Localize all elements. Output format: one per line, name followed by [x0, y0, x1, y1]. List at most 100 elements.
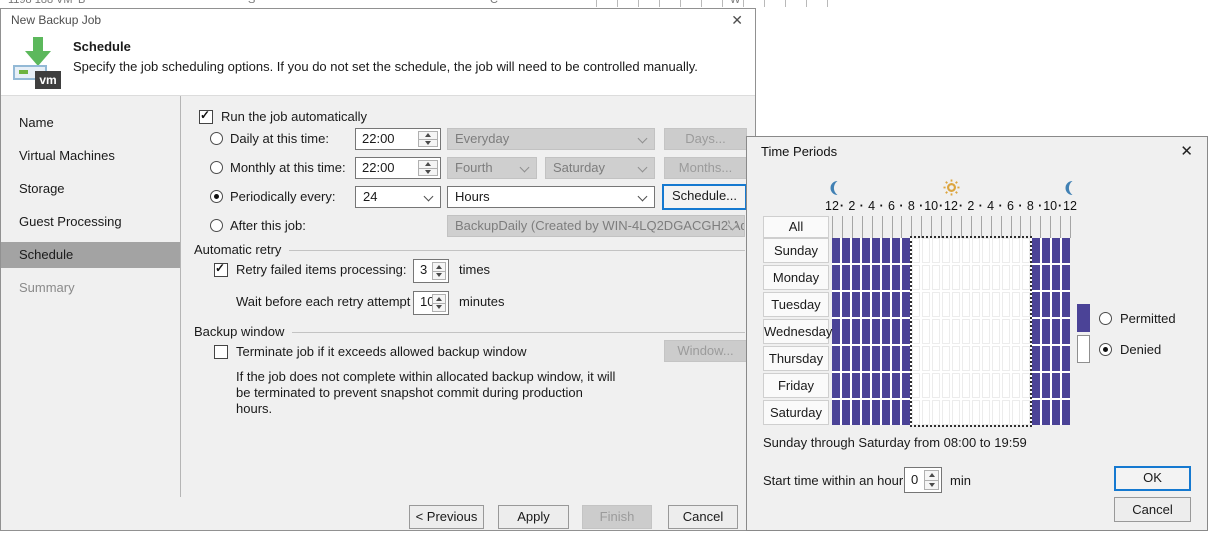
- grid-cell-friday-3[interactable]: [862, 373, 870, 398]
- grid-cell-monday-4[interactable]: [872, 265, 880, 290]
- day-button-saturday[interactable]: Saturday: [763, 400, 829, 425]
- grid-cell-tuesday-6[interactable]: [892, 292, 900, 317]
- grid-cell-wednesday-7[interactable]: [902, 319, 910, 344]
- grid-cell-tuesday-4[interactable]: [872, 292, 880, 317]
- grid-cell-friday-23[interactable]: [1062, 373, 1070, 398]
- sidebar-item-storage[interactable]: Storage: [1, 176, 180, 202]
- grid-cell-saturday-2[interactable]: [852, 400, 860, 425]
- grid-cell-monday-6[interactable]: [892, 265, 900, 290]
- grid-cell-wednesday-3[interactable]: [862, 319, 870, 344]
- grid-cell-sunday-23[interactable]: [1062, 238, 1070, 263]
- grid-cell-wednesday-4[interactable]: [872, 319, 880, 344]
- grid-cell-monday-21[interactable]: [1042, 265, 1050, 290]
- retry-checkbox[interactable]: ✓: [214, 263, 228, 277]
- start-time-spinner[interactable]: [924, 470, 939, 490]
- grid-cell-saturday-23[interactable]: [1062, 400, 1070, 425]
- close-icon[interactable]: ✕: [731, 12, 743, 29]
- grid-cell-saturday-5[interactable]: [882, 400, 890, 425]
- grid-cell-tuesday-23[interactable]: [1062, 292, 1070, 317]
- grid-cell-sunday-21[interactable]: [1042, 238, 1050, 263]
- terminate-checkbox[interactable]: [214, 345, 228, 359]
- grid-cell-tuesday-2[interactable]: [852, 292, 860, 317]
- schedule-grid[interactable]: [832, 238, 1070, 425]
- monthly-radio[interactable]: [210, 161, 223, 174]
- grid-cell-monday-0[interactable]: [832, 265, 840, 290]
- grid-cell-tuesday-20[interactable]: [1032, 292, 1040, 317]
- grid-cell-monday-3[interactable]: [862, 265, 870, 290]
- after-job-radio[interactable]: [210, 219, 223, 232]
- time-periods-titlebar[interactable]: Time Periods ✕: [747, 137, 1207, 165]
- grid-cell-saturday-4[interactable]: [872, 400, 880, 425]
- grid-cell-saturday-3[interactable]: [862, 400, 870, 425]
- wait-minutes-input[interactable]: 10: [413, 291, 449, 315]
- grid-cell-sunday-22[interactable]: [1052, 238, 1060, 263]
- grid-cell-thursday-20[interactable]: [1032, 346, 1040, 371]
- periodically-radio[interactable]: [210, 190, 223, 203]
- grid-cell-monday-23[interactable]: [1062, 265, 1070, 290]
- grid-cell-thursday-2[interactable]: [852, 346, 860, 371]
- grid-cell-thursday-21[interactable]: [1042, 346, 1050, 371]
- grid-cell-tuesday-0[interactable]: [832, 292, 840, 317]
- grid-cell-monday-20[interactable]: [1032, 265, 1040, 290]
- wait-minutes-spinner[interactable]: [432, 294, 446, 312]
- grid-cell-friday-21[interactable]: [1042, 373, 1050, 398]
- schedule-button[interactable]: Schedule...: [662, 184, 747, 210]
- grid-cell-monday-7[interactable]: [902, 265, 910, 290]
- grid-cell-tuesday-21[interactable]: [1042, 292, 1050, 317]
- grid-cell-friday-20[interactable]: [1032, 373, 1040, 398]
- day-button-thursday[interactable]: Thursday: [763, 346, 829, 371]
- cancel-button[interactable]: Cancel: [668, 505, 738, 529]
- grid-cell-saturday-20[interactable]: [1032, 400, 1040, 425]
- grid-cell-thursday-1[interactable]: [842, 346, 850, 371]
- day-button-tuesday[interactable]: Tuesday: [763, 292, 829, 317]
- retry-count-input[interactable]: 3: [413, 259, 449, 283]
- selection-region[interactable]: [910, 236, 1032, 427]
- grid-cell-sunday-4[interactable]: [872, 238, 880, 263]
- grid-cell-friday-22[interactable]: [1052, 373, 1060, 398]
- retry-count-spinner[interactable]: [432, 262, 446, 280]
- grid-cell-wednesday-1[interactable]: [842, 319, 850, 344]
- grid-cell-friday-5[interactable]: [882, 373, 890, 398]
- grid-cell-wednesday-0[interactable]: [832, 319, 840, 344]
- grid-cell-saturday-21[interactable]: [1042, 400, 1050, 425]
- grid-cell-sunday-1[interactable]: [842, 238, 850, 263]
- grid-cell-tuesday-1[interactable]: [842, 292, 850, 317]
- permitted-radio[interactable]: [1099, 312, 1112, 325]
- grid-cell-sunday-2[interactable]: [852, 238, 860, 263]
- grid-cell-thursday-5[interactable]: [882, 346, 890, 371]
- daily-radio[interactable]: [210, 132, 223, 145]
- monthly-time-input[interactable]: 22:00: [355, 157, 441, 179]
- grid-cell-friday-4[interactable]: [872, 373, 880, 398]
- start-time-input[interactable]: 0: [904, 467, 942, 493]
- grid-cell-sunday-6[interactable]: [892, 238, 900, 263]
- grid-cell-thursday-23[interactable]: [1062, 346, 1070, 371]
- grid-cell-friday-2[interactable]: [852, 373, 860, 398]
- grid-cell-wednesday-20[interactable]: [1032, 319, 1040, 344]
- day-button-friday[interactable]: Friday: [763, 373, 829, 398]
- tp-cancel-button[interactable]: Cancel: [1114, 497, 1191, 522]
- day-button-sunday[interactable]: Sunday: [763, 238, 829, 263]
- grid-cell-friday-0[interactable]: [832, 373, 840, 398]
- grid-cell-tuesday-7[interactable]: [902, 292, 910, 317]
- sidebar-item-summary[interactable]: Summary: [1, 275, 180, 301]
- close-icon[interactable]: ✕: [1180, 142, 1193, 160]
- grid-cell-saturday-7[interactable]: [902, 400, 910, 425]
- grid-cell-monday-22[interactable]: [1052, 265, 1060, 290]
- periodically-unit-dropdown[interactable]: Hours: [447, 186, 655, 208]
- grid-cell-monday-2[interactable]: [852, 265, 860, 290]
- run-automatically-checkbox[interactable]: ✓: [199, 110, 213, 124]
- periodically-value-dropdown[interactable]: 24: [355, 186, 441, 208]
- grid-cell-friday-6[interactable]: [892, 373, 900, 398]
- sidebar-item-schedule[interactable]: Schedule: [1, 242, 180, 268]
- grid-cell-sunday-3[interactable]: [862, 238, 870, 263]
- previous-button[interactable]: < Previous: [409, 505, 484, 529]
- grid-cell-thursday-22[interactable]: [1052, 346, 1060, 371]
- grid-cell-thursday-6[interactable]: [892, 346, 900, 371]
- daily-time-spinner[interactable]: [418, 131, 438, 147]
- sidebar-item-guest-processing[interactable]: Guest Processing: [1, 209, 180, 235]
- grid-cell-wednesday-21[interactable]: [1042, 319, 1050, 344]
- grid-cell-tuesday-5[interactable]: [882, 292, 890, 317]
- grid-cell-wednesday-23[interactable]: [1062, 319, 1070, 344]
- ok-button[interactable]: OK: [1114, 466, 1191, 491]
- grid-cell-monday-1[interactable]: [842, 265, 850, 290]
